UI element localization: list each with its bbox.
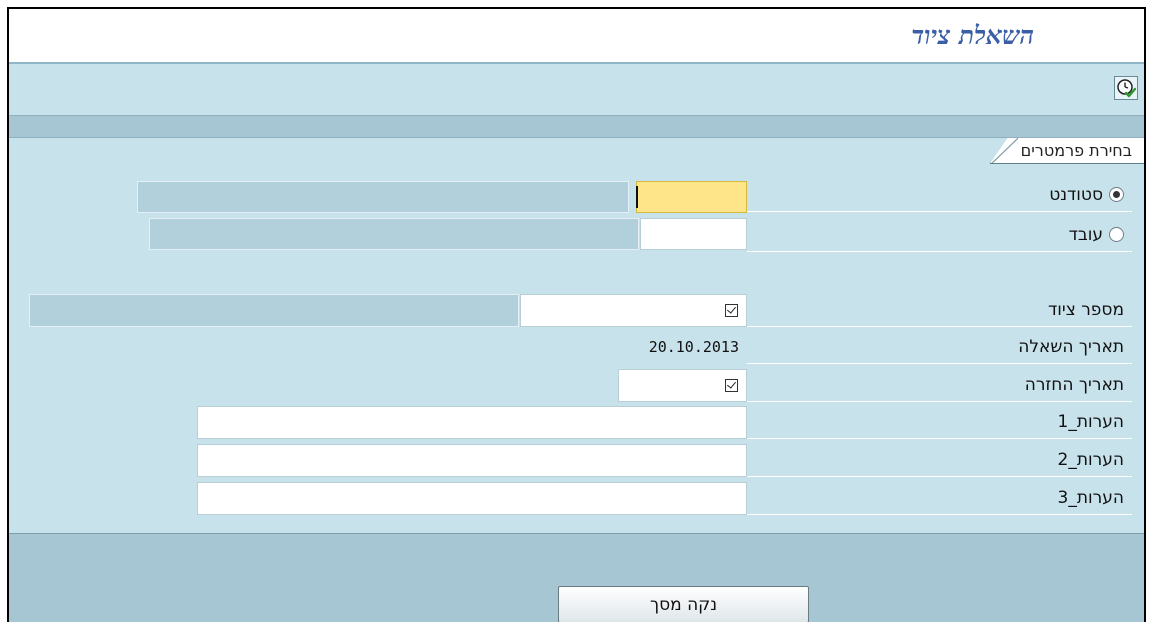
- student-name-display: [137, 181, 629, 213]
- page-title: השאלת ציוד: [911, 21, 1034, 50]
- equipment-number-label: מספר ציוד: [1048, 300, 1124, 320]
- employee-radio-option[interactable]: עובד: [1069, 225, 1124, 245]
- app-window: השאלת ציוד בחירת פרמטרים סטודנט עובד מספ…: [7, 7, 1146, 622]
- employee-id-input[interactable]: [640, 218, 747, 250]
- student-radio-label: סטודנט: [1049, 185, 1103, 205]
- equipment-description-display: [29, 294, 519, 327]
- loan-date-label: תאריך השאלה: [1018, 337, 1124, 357]
- student-id-input[interactable]: [636, 181, 747, 213]
- row-divider: [747, 438, 1132, 439]
- row-divider: [747, 251, 1132, 252]
- execute-button[interactable]: [1114, 76, 1138, 100]
- return-date-label: תאריך החזרה: [1024, 375, 1124, 395]
- student-radio-option[interactable]: סטודנט: [1049, 185, 1124, 205]
- row-divider: [747, 363, 1132, 364]
- employee-name-display: [149, 218, 639, 250]
- student-radio[interactable]: [1109, 187, 1124, 202]
- loan-date-value: 20.10.2013: [648, 338, 739, 356]
- required-checkmark-icon: [725, 304, 738, 317]
- toolbar-separator: [9, 115, 1144, 138]
- loan-date-input[interactable]: 20.10.2013: [618, 331, 747, 364]
- notes-1-input[interactable]: [197, 406, 747, 439]
- required-checkmark-icon: [725, 379, 738, 392]
- application-toolbar: [9, 64, 1144, 115]
- employee-radio-label: עובד: [1068, 225, 1103, 245]
- row-divider: [747, 326, 1132, 327]
- selection-screen: בחירת פרמטרים סטודנט עובד מספר ציוד תארי…: [9, 138, 1144, 533]
- notes-2-label: הערות_2: [1057, 450, 1124, 470]
- notes-2-input[interactable]: [197, 444, 747, 477]
- notes-3-label: הערות_3: [1057, 488, 1124, 508]
- notes-3-input[interactable]: [197, 482, 747, 515]
- title-bar: השאלת ציוד: [9, 9, 1144, 64]
- row-divider: [747, 211, 1132, 212]
- equipment-number-input[interactable]: [520, 294, 747, 327]
- return-date-input[interactable]: [618, 369, 747, 402]
- clear-screen-button[interactable]: נקה מסך: [558, 586, 809, 622]
- parameters-group-tab: בחירת פרמטרים: [989, 138, 1144, 164]
- footer-area: נקה מסך: [9, 533, 1144, 622]
- text-cursor: [636, 186, 638, 208]
- employee-radio[interactable]: [1109, 227, 1124, 242]
- row-divider: [747, 476, 1132, 477]
- execute-clock-check-icon: [1117, 79, 1136, 98]
- row-divider: [747, 514, 1132, 515]
- row-divider: [747, 401, 1132, 402]
- notes-1-label: הערות_1: [1057, 412, 1124, 432]
